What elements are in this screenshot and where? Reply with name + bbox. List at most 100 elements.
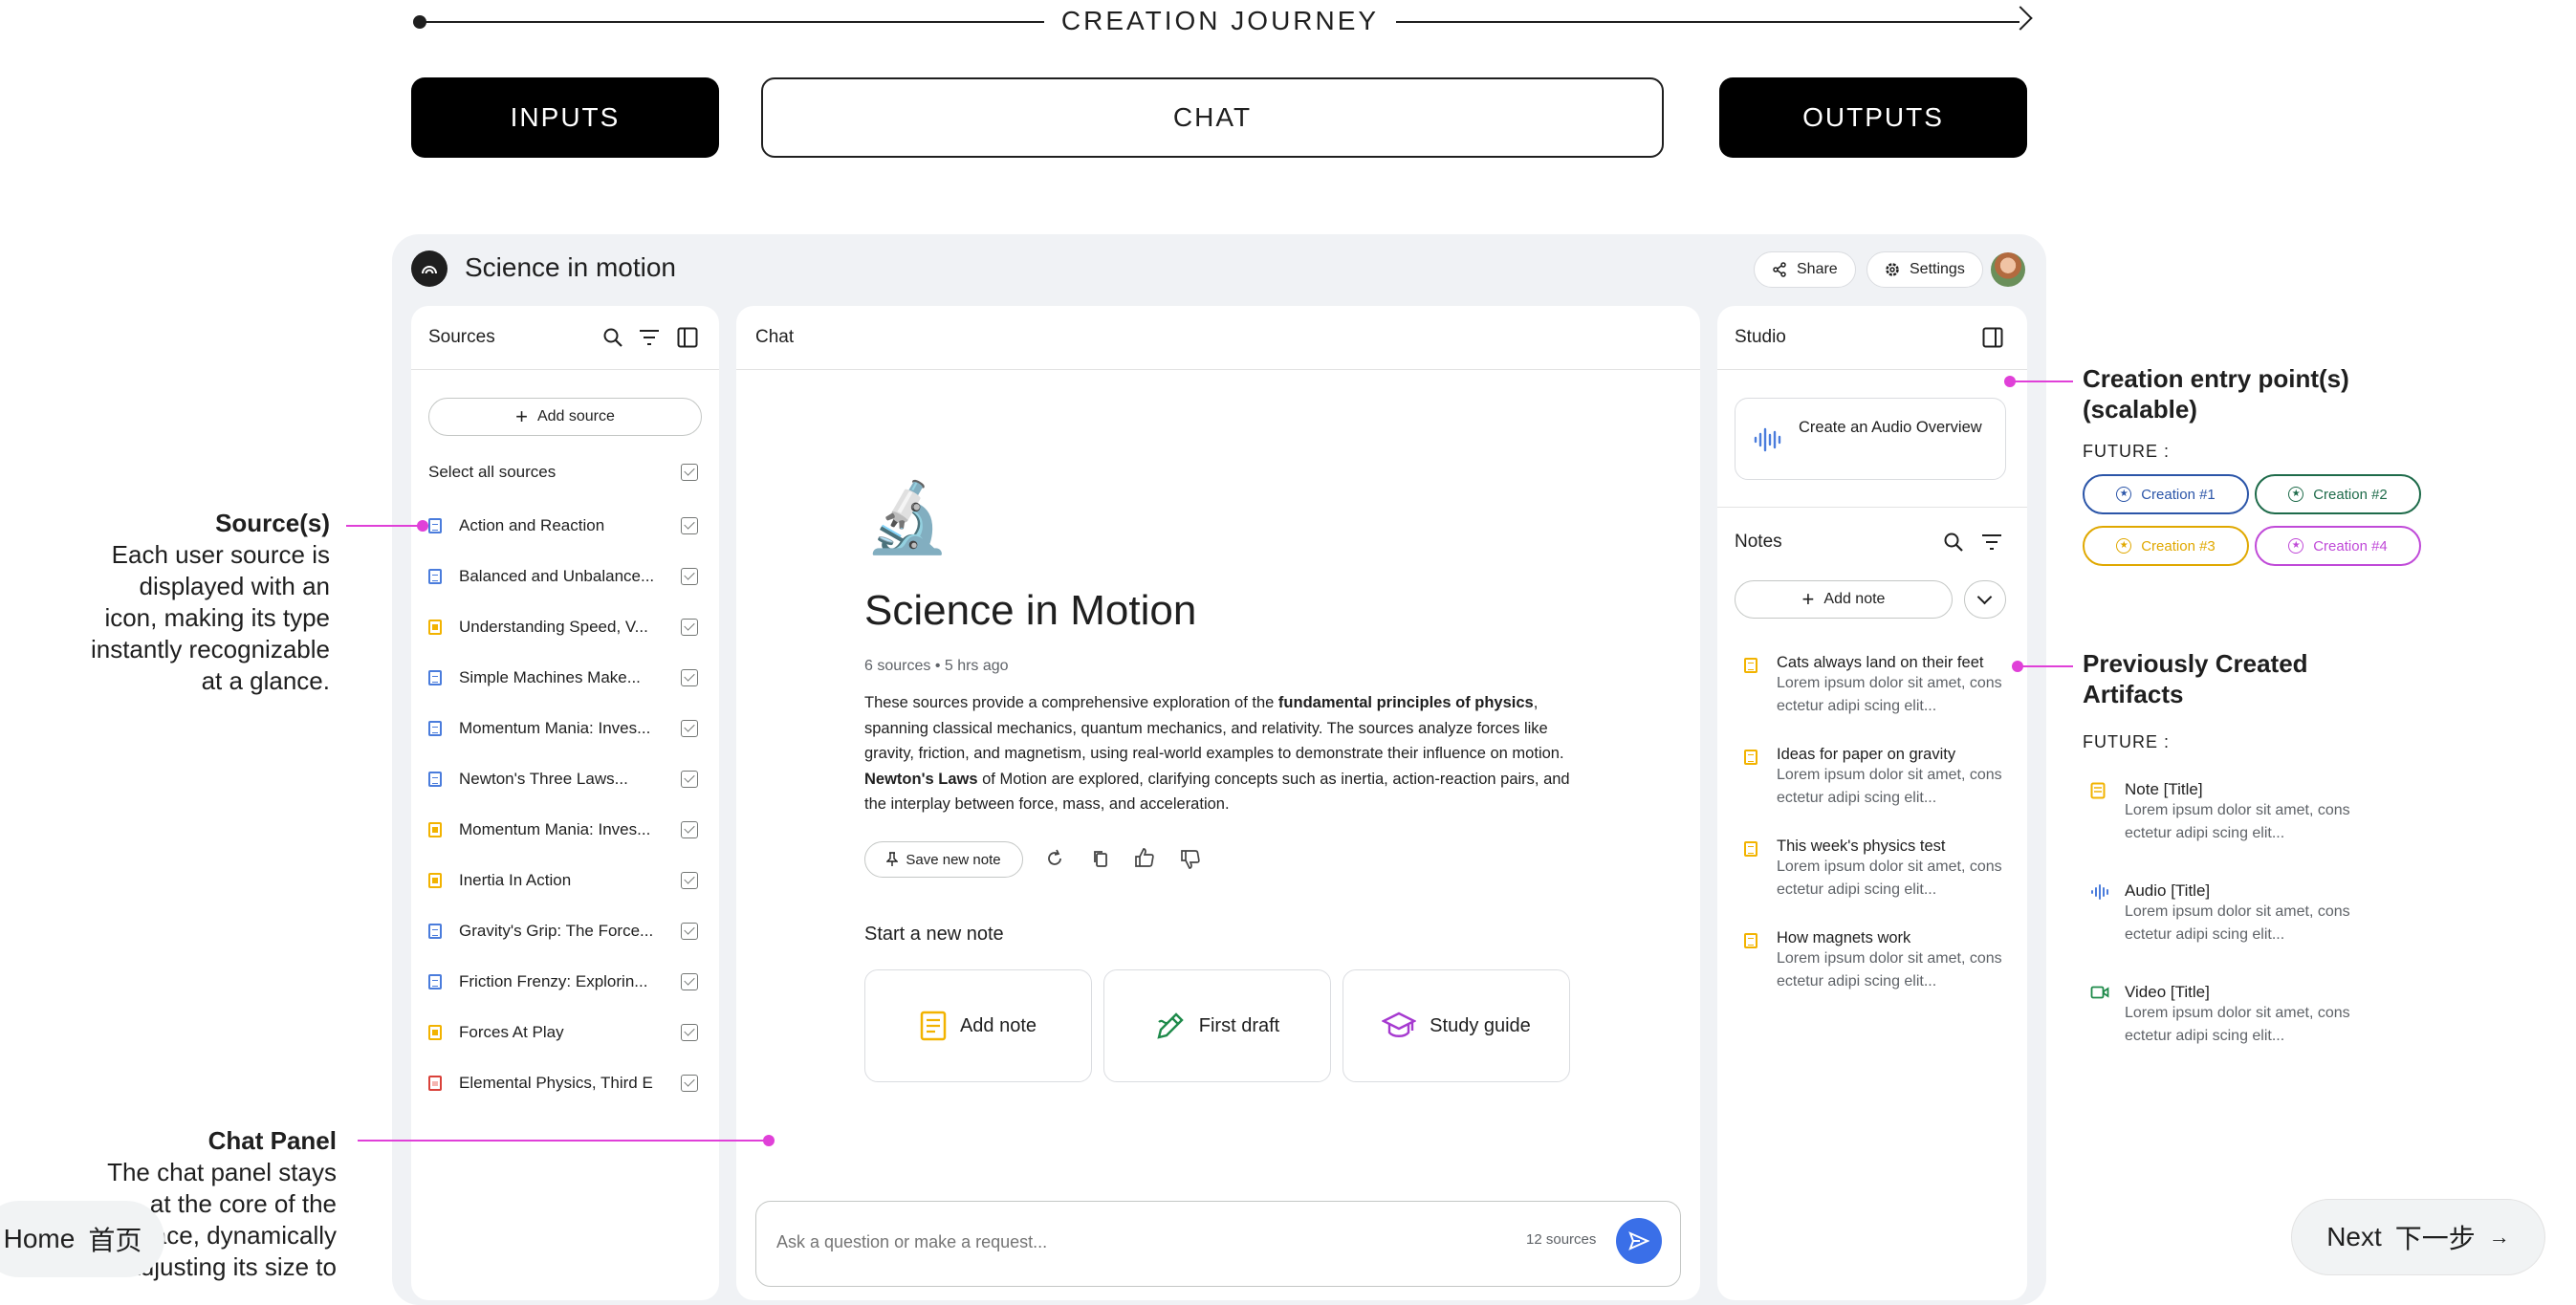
- audio-overview-button[interactable]: Create an Audio Overview: [1735, 398, 2006, 480]
- source-checkbox[interactable]: [681, 973, 698, 990]
- journey-title: CREATION JOURNEY: [1060, 6, 1380, 35]
- source-item-label: Momentum Mania: Inves...: [459, 719, 651, 737]
- source-checkbox[interactable]: [681, 720, 698, 737]
- pin-icon: [886, 852, 899, 866]
- source-checkbox[interactable]: [681, 1024, 698, 1041]
- slides-icon: [428, 822, 442, 837]
- source-checkbox[interactable]: [681, 568, 698, 585]
- source-item[interactable]: Momentum Mania: Inves...: [428, 715, 702, 742]
- note-item[interactable]: Ideas for paper on gravity Lorem ipsum do…: [1742, 746, 2010, 810]
- plus-icon: +: [515, 404, 528, 428]
- source-checkbox[interactable]: [681, 821, 698, 838]
- sources-annotation-title: Source(s): [215, 509, 330, 537]
- study-guide-card[interactable]: Study guide: [1343, 969, 1570, 1082]
- slides-icon: [428, 620, 442, 635]
- future-artifact-description: Lorem ipsum dolor sit amet, cons ectetur…: [2125, 903, 2350, 943]
- send-button[interactable]: [1616, 1218, 1662, 1264]
- arrow-right-icon: →: [2488, 1225, 2510, 1249]
- share-label: Share: [1797, 261, 1838, 277]
- source-item[interactable]: Friction Frenzy: Explorin...: [428, 968, 702, 995]
- select-all-checkbox[interactable]: [681, 464, 698, 481]
- note-item[interactable]: This week's physics test Lorem ipsum dolo…: [1742, 837, 2010, 902]
- source-item[interactable]: Action and Reaction: [428, 512, 702, 539]
- refresh-icon[interactable]: [1044, 848, 1065, 869]
- artifacts-future-label: FUTURE :: [2083, 732, 2170, 751]
- collapse-studio-icon[interactable]: [1982, 327, 2003, 348]
- future-artifact-item: Note [Title] Lorem ipsum dolor sit amet, …: [2090, 780, 2358, 845]
- save-note-button[interactable]: Save new note: [864, 841, 1023, 878]
- thumbs-up-icon[interactable]: [1134, 847, 1155, 868]
- audio-wave-icon: [1754, 427, 1781, 452]
- note-title: Ideas for paper on gravity: [1777, 746, 1956, 763]
- note-type-dropdown[interactable]: [1964, 580, 2006, 619]
- source-item[interactable]: Understanding Speed, V...: [428, 614, 702, 641]
- first-draft-card[interactable]: First draft: [1103, 969, 1331, 1082]
- stage-outputs[interactable]: OUTPUTS: [1719, 77, 2027, 158]
- future-artifact-item: Video [Title] Lorem ipsum dolor sit amet,…: [2090, 983, 2358, 1048]
- home-label-zh: 首页: [88, 1226, 142, 1255]
- note-item[interactable]: How magnets work Lorem ipsum dolor sit am…: [1742, 929, 2010, 993]
- share-button[interactable]: Share: [1754, 251, 1856, 288]
- settings-button[interactable]: Settings: [1867, 251, 1983, 288]
- source-item[interactable]: Balanced and Unbalance...: [428, 563, 702, 590]
- creation-pill[interactable]: ★ Creation #3: [2083, 526, 2249, 566]
- source-item[interactable]: Momentum Mania: Inves...: [428, 816, 702, 843]
- source-item[interactable]: Elemental Physics, Third E: [428, 1070, 702, 1097]
- slides-icon: [428, 873, 442, 888]
- settings-label: Settings: [1910, 261, 1965, 277]
- annotation-line: Previously Created: [2083, 649, 2308, 678]
- add-source-button[interactable]: + Add source: [428, 398, 702, 436]
- home-button[interactable]: Home 首页: [0, 1201, 164, 1277]
- copy-icon[interactable]: [1090, 848, 1111, 869]
- note-icon: [1744, 933, 1757, 948]
- source-checkbox[interactable]: [681, 771, 698, 788]
- source-checkbox[interactable]: [681, 872, 698, 889]
- creation-pill[interactable]: ★ Creation #1: [2083, 474, 2249, 514]
- notes-divider: [1717, 507, 2027, 508]
- note-icon: [1744, 841, 1757, 857]
- journey-line-left: [421, 21, 1044, 23]
- start-note-label: Start a new note: [864, 924, 1004, 945]
- star-icon: ★: [2288, 538, 2304, 554]
- next-button[interactable]: Next 下一步 →: [2291, 1199, 2545, 1275]
- audio-wave-icon: [2090, 883, 2109, 905]
- creation-pill[interactable]: ★ Creation #4: [2255, 526, 2421, 566]
- search-icon[interactable]: [602, 327, 623, 348]
- slides-icon: [428, 1025, 442, 1040]
- add-note-card[interactable]: Add note: [864, 969, 1092, 1082]
- stage-inputs[interactable]: INPUTS: [411, 77, 719, 158]
- notes-filter-icon[interactable]: [1981, 533, 2002, 551]
- note-description: Lorem ipsum dolor sit amet, cons ectetur…: [1777, 859, 2002, 898]
- creation-pill-label: Creation #3: [2141, 537, 2216, 555]
- annotation-line: (scalable): [2083, 395, 2197, 424]
- source-item[interactable]: Simple Machines Make...: [428, 664, 702, 691]
- sources-divider: [411, 369, 719, 370]
- creation-pill-label: Creation #2: [2313, 486, 2388, 503]
- add-note-button[interactable]: + Add note: [1735, 580, 1953, 619]
- annotation-line: icon, making its type: [104, 603, 330, 632]
- source-checkbox[interactable]: [681, 1075, 698, 1092]
- chat-input[interactable]: [775, 1224, 1505, 1260]
- sources-annotation-text: Each user source is displayed with an ic…: [0, 539, 330, 697]
- add-note-card-label: Add note: [959, 1014, 1037, 1036]
- thumbs-down-icon[interactable]: [1180, 849, 1201, 870]
- user-avatar[interactable]: [1991, 252, 2025, 287]
- source-checkbox[interactable]: [681, 619, 698, 636]
- source-item[interactable]: Forces At Play: [428, 1019, 702, 1046]
- studio-title: Studio: [1735, 327, 1786, 347]
- notes-search-icon[interactable]: [1943, 532, 1964, 553]
- source-checkbox[interactable]: [681, 669, 698, 686]
- source-item[interactable]: Inertia In Action: [428, 867, 702, 894]
- filter-icon[interactable]: [639, 329, 660, 346]
- source-item[interactable]: Gravity's Grip: The Force...: [428, 918, 702, 945]
- notebook-title: Science in motion: [465, 252, 677, 282]
- source-item[interactable]: Newton's Three Laws...: [428, 766, 702, 793]
- stage-chat[interactable]: CHAT: [761, 77, 1664, 158]
- creation-pill[interactable]: ★ Creation #2: [2255, 474, 2421, 514]
- chat-pointer-dot: [763, 1135, 775, 1146]
- source-checkbox[interactable]: [681, 517, 698, 534]
- collapse-panel-icon[interactable]: [677, 327, 698, 348]
- source-checkbox[interactable]: [681, 923, 698, 940]
- note-item[interactable]: Cats always land on their feet Lorem ipsu…: [1742, 654, 2010, 718]
- future-artifact-title: Note [Title]: [2125, 780, 2203, 798]
